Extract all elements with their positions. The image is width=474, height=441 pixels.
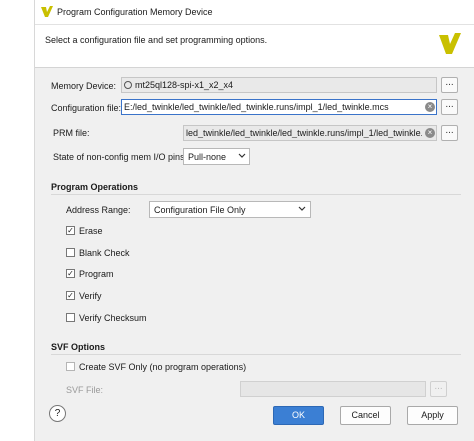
apply-button[interactable]: Apply	[407, 406, 458, 425]
verify-checksum-label: Verify Checksum	[79, 313, 147, 323]
window-title: Program Configuration Memory Device	[57, 7, 213, 17]
erase-label: Erase	[79, 226, 103, 236]
clear-prm-file-icon[interactable]: ×	[425, 128, 435, 138]
create-svf-checkbox[interactable]	[66, 362, 75, 371]
verify-checkbox[interactable]: ✓	[66, 291, 75, 300]
help-icon: ?	[54, 408, 61, 419]
program-label: Program	[79, 269, 114, 279]
memory-device-browse-button[interactable]: ...	[441, 77, 458, 93]
dialog-header: Select a configuration file and set prog…	[35, 25, 474, 68]
memory-device-field: mt25ql128-spi-x1_x2_x4	[121, 77, 437, 93]
chip-icon	[124, 81, 132, 89]
program-operations-heading: Program Operations	[51, 182, 139, 192]
program-checkbox[interactable]: ✓	[66, 269, 75, 278]
vivado-logo-icon	[41, 6, 53, 20]
svf-file-input[interactable]	[240, 381, 426, 397]
verify-checksum-checkbox[interactable]	[66, 313, 75, 322]
chevron-down-icon	[238, 152, 246, 162]
vivado-brand-icon	[439, 33, 461, 57]
configuration-file-value: E:/led_twinkle/led_twinkle/led_twinkle.r…	[124, 102, 389, 112]
title-bar: Program Configuration Memory Device	[35, 0, 474, 25]
erase-checkbox[interactable]: ✓	[66, 226, 75, 235]
prm-file-label: PRM file:	[53, 128, 90, 138]
non-config-pins-value: Pull-none	[188, 152, 227, 162]
clear-configuration-file-icon[interactable]: ×	[425, 102, 435, 112]
prm-file-input[interactable]: led_twinkle/led_twinkle/led_twinkle.runs…	[183, 125, 437, 141]
non-config-pins-select[interactable]: Pull-none	[183, 148, 250, 165]
configuration-file-label: Configuration file:	[51, 103, 122, 113]
memory-device-value: mt25ql128-spi-x1_x2_x4	[135, 80, 234, 90]
svf-file-browse-button[interactable]: ...	[430, 381, 447, 397]
cancel-button[interactable]: Cancel	[340, 406, 391, 425]
address-range-value: Configuration File Only	[154, 205, 246, 215]
create-svf-label: Create SVF Only (no program operations)	[79, 362, 247, 372]
svf-options-divider	[51, 354, 461, 355]
program-config-memory-dialog: Program Configuration Memory Device Sele…	[34, 0, 474, 441]
address-range-label: Address Range:	[66, 205, 131, 215]
instruction-text: Select a configuration file and set prog…	[45, 35, 268, 45]
blank-check-label: Blank Check	[79, 248, 130, 258]
address-range-select[interactable]: Configuration File Only	[149, 201, 311, 218]
memory-device-label: Memory Device:	[51, 81, 117, 91]
configuration-file-input[interactable]: E:/led_twinkle/led_twinkle/led_twinkle.r…	[121, 99, 437, 115]
blank-check-checkbox[interactable]	[66, 248, 75, 257]
non-config-pins-label: State of non-config mem I/O pins:	[53, 152, 188, 162]
svf-options-heading: SVF Options	[51, 342, 105, 352]
chevron-down-icon	[298, 205, 306, 215]
prm-file-browse-button[interactable]: ...	[441, 125, 458, 141]
prm-file-value: led_twinkle/led_twinkle/led_twinkle.runs…	[186, 128, 422, 138]
configuration-file-browse-button[interactable]: ...	[441, 99, 458, 115]
help-button[interactable]: ?	[49, 405, 66, 422]
verify-label: Verify	[79, 291, 102, 301]
svf-file-label: SVF File:	[66, 385, 104, 395]
ok-button[interactable]: OK	[273, 406, 324, 425]
program-operations-divider	[51, 194, 461, 195]
